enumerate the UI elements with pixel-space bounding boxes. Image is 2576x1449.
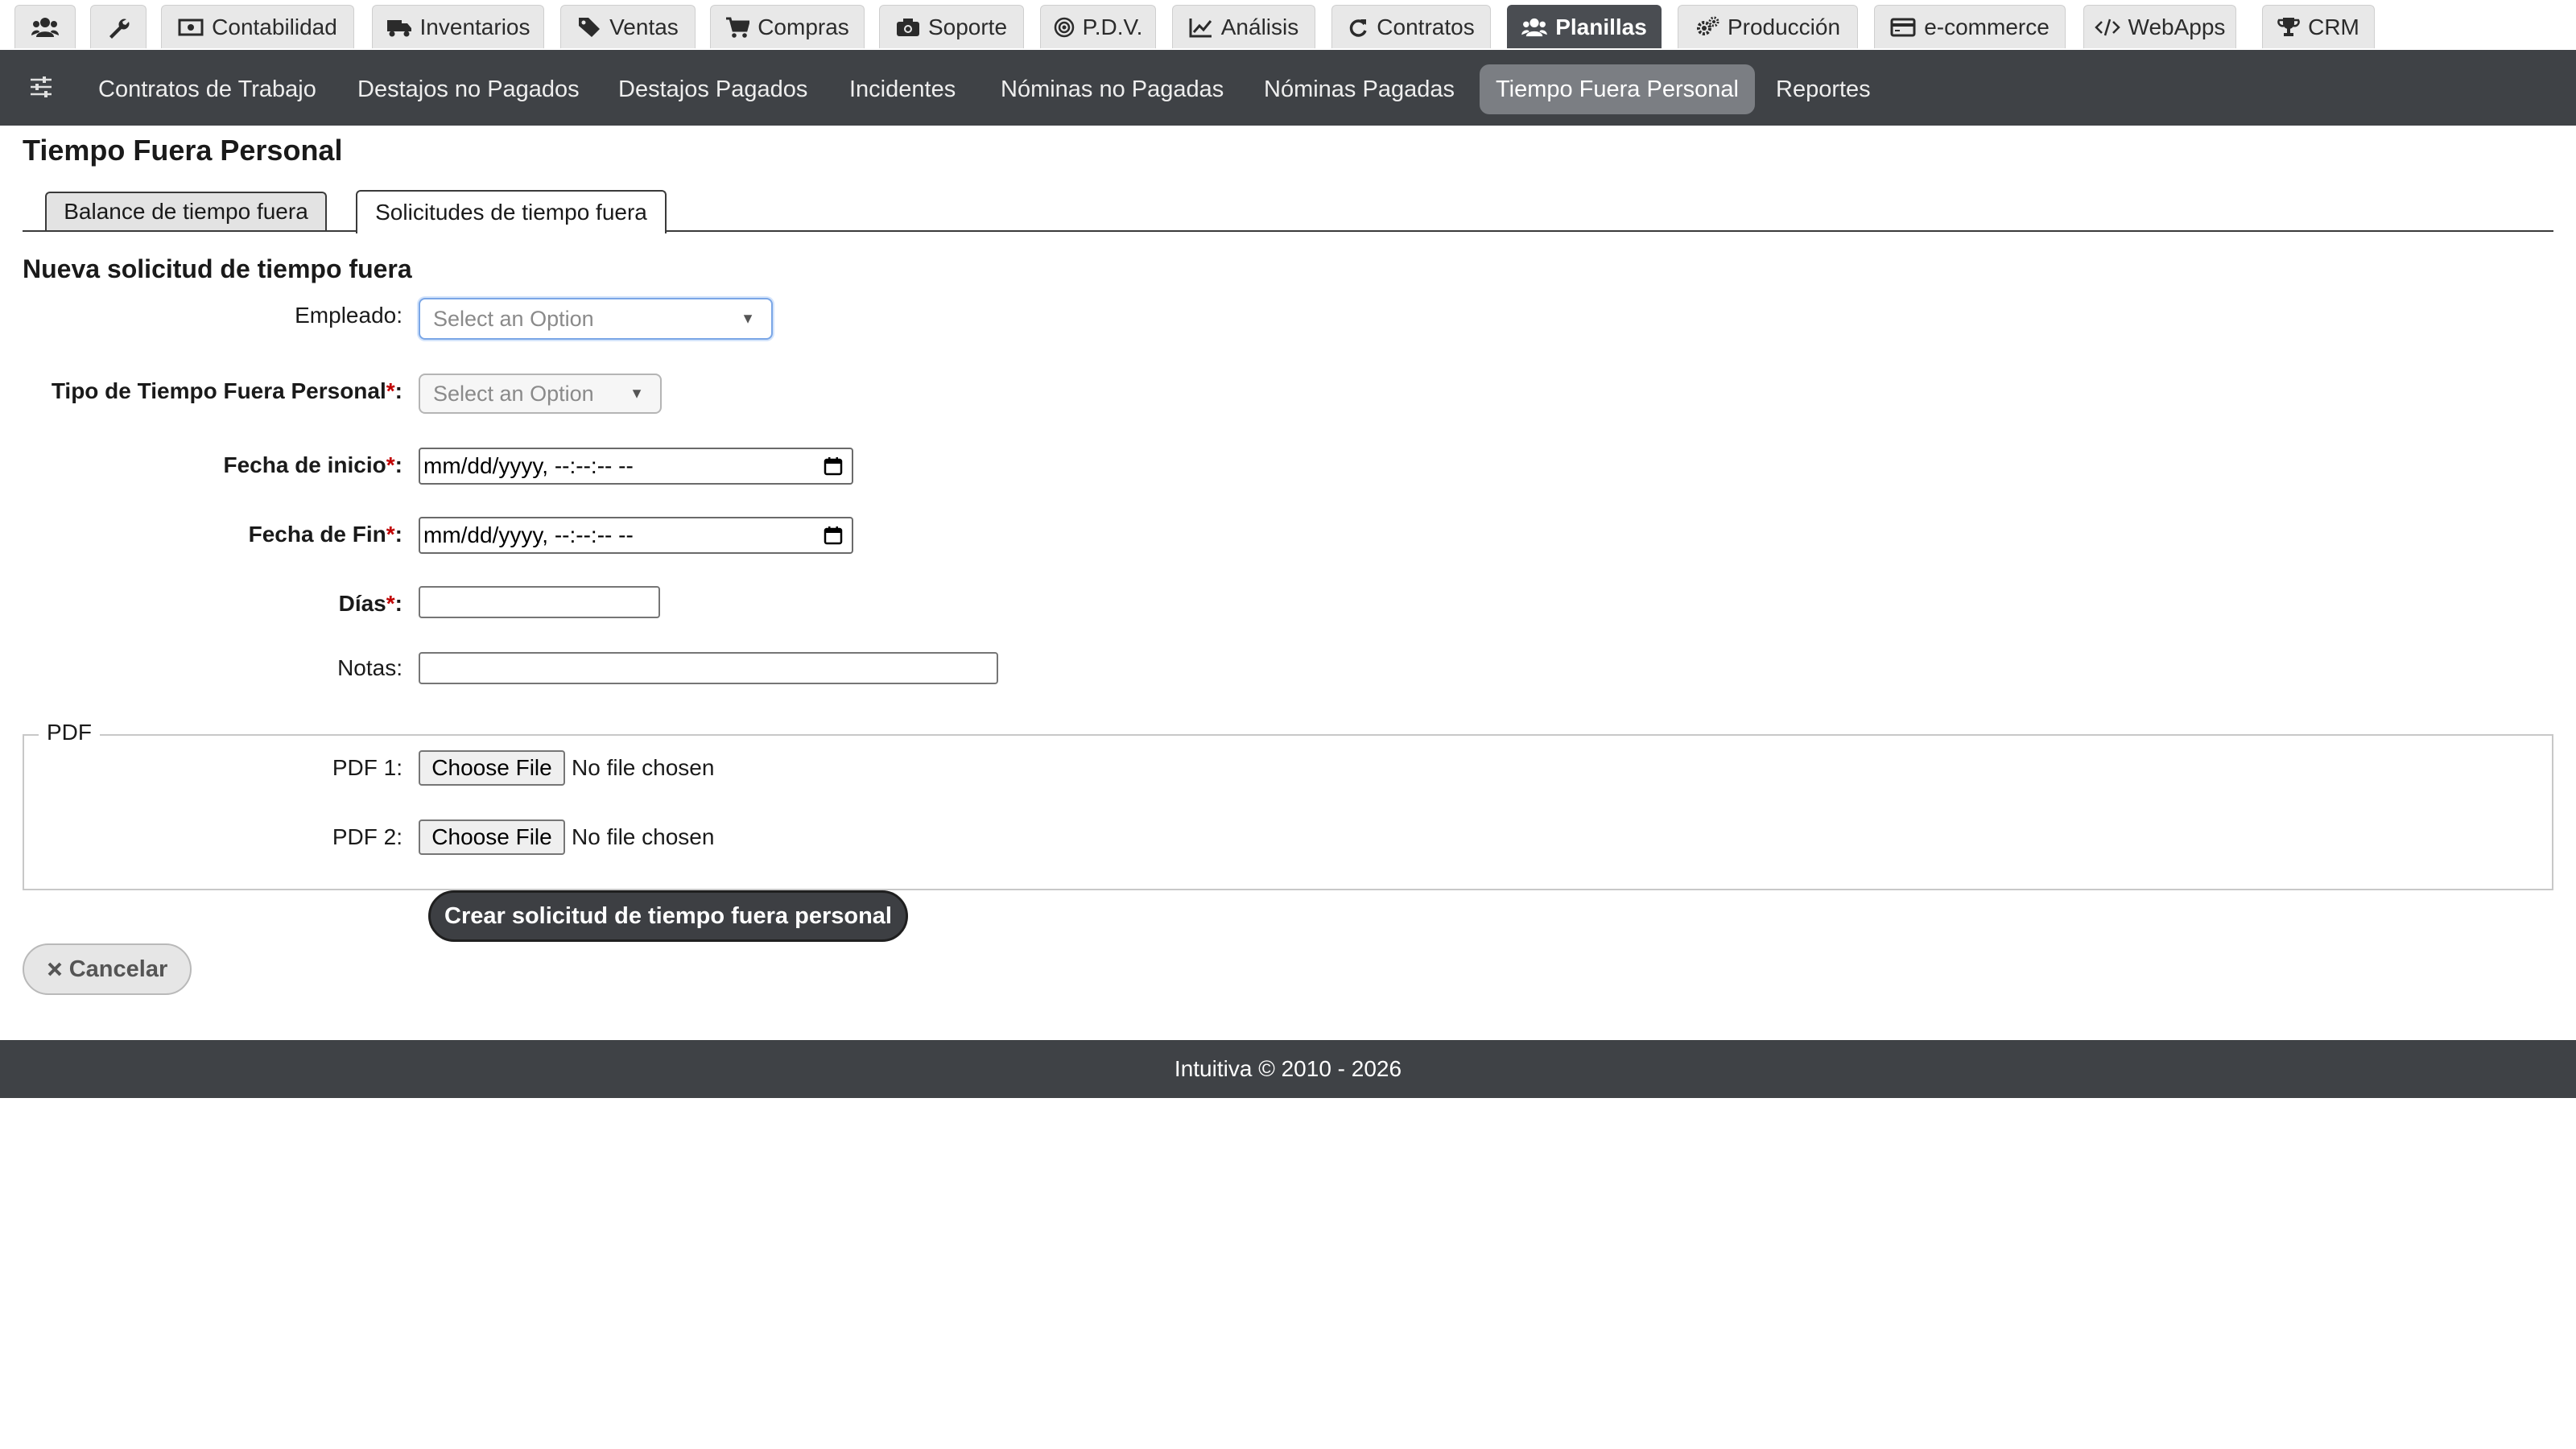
fecha-inicio-label: Fecha de inicio*: xyxy=(223,452,402,477)
top-module-bar: Contabilidad Inventarios Ventas Compras … xyxy=(0,0,2576,53)
tab-label: CRM xyxy=(2308,14,2359,39)
footer-copyright: Intuitiva © 2010 - 2026 xyxy=(1174,1056,1402,1081)
users-icon xyxy=(31,17,59,37)
tipo-tiempo-fuera-select[interactable]: Select an Option ▼ xyxy=(419,374,662,414)
empleado-select[interactable]: Select an Option ▼ xyxy=(419,298,773,340)
button-label: Choose File xyxy=(431,824,552,849)
tab-tools[interactable] xyxy=(90,5,147,48)
sliders-icon[interactable] xyxy=(29,76,53,98)
dias-label: Días*: xyxy=(338,591,402,616)
users-icon xyxy=(1521,18,1547,36)
tab-analisis[interactable]: Análisis xyxy=(1172,5,1315,48)
select-placeholder: Select an Option xyxy=(433,306,594,331)
chevron-down-icon: ▼ xyxy=(741,310,755,327)
tab-pdv[interactable]: P.D.V. xyxy=(1040,5,1156,48)
trophy-icon xyxy=(2277,17,2300,36)
subnav-destajos-no-pagados[interactable]: Destajos no Pagados xyxy=(357,64,580,114)
crear-solicitud-button[interactable]: Crear solicitud de tiempo fuera personal xyxy=(428,890,908,942)
truck-icon xyxy=(386,19,411,36)
line-chart-icon xyxy=(1189,18,1212,37)
select-placeholder: Select an Option xyxy=(433,381,594,406)
gears-icon xyxy=(1696,16,1719,35)
tab-label: Ventas xyxy=(609,14,679,39)
refresh-icon xyxy=(1350,19,1367,37)
tab-label: e-commerce xyxy=(1924,14,2050,39)
notas-label: Notas: xyxy=(337,655,402,680)
tab-label: P.D.V. xyxy=(1082,14,1143,39)
tab-balance-tiempo-fuera[interactable]: Balance de tiempo fuera xyxy=(45,192,327,230)
section-title: Nueva solicitud de tiempo fuera xyxy=(23,254,412,283)
fecha-fin-label: Fecha de Fin*: xyxy=(248,522,402,547)
pdf-1-label: PDF 1: xyxy=(332,755,402,780)
dias-input[interactable] xyxy=(419,586,660,618)
tab-users[interactable] xyxy=(14,5,76,48)
empleado-label: Empleado: xyxy=(295,303,402,328)
tab-webapps[interactable]: WebApps xyxy=(2083,5,2236,48)
tipo-tiempo-fuera-label: Tipo de Tiempo Fuera Personal*: xyxy=(51,378,402,403)
tab-label: Balance de tiempo fuera xyxy=(64,199,308,224)
credit-card-icon xyxy=(1890,18,1916,36)
pdf-2-file-status: No file chosen xyxy=(572,824,715,849)
cancelar-button[interactable]: Cancelar xyxy=(23,943,192,995)
tab-compras[interactable]: Compras xyxy=(710,5,865,48)
pdf-1-file-status: No file chosen xyxy=(572,755,715,780)
code-icon xyxy=(2094,19,2120,35)
datetime-placeholder: mm/dd/yyyy, --:--:-- -- xyxy=(423,453,634,478)
fecha-fin-input[interactable]: mm/dd/yyyy, --:--:-- -- xyxy=(419,517,853,554)
tab-ecommerce[interactable]: e-commerce xyxy=(1874,5,2066,48)
page-title: Tiempo Fuera Personal xyxy=(23,134,343,167)
subnav-nominas-pagadas[interactable]: Nóminas Pagadas xyxy=(1264,64,1455,114)
pdf-2-choose-file-button[interactable]: Choose File xyxy=(419,819,565,855)
tab-label: Contratos xyxy=(1377,14,1475,39)
button-label: Cancelar xyxy=(68,956,168,982)
tab-crm[interactable]: CRM xyxy=(2262,5,2375,48)
subnav-incidentes[interactable]: Incidentes xyxy=(849,64,956,114)
tags-icon xyxy=(579,17,601,37)
tab-label: Compras xyxy=(758,14,849,39)
tab-soporte[interactable]: Soporte xyxy=(879,5,1024,48)
tab-contratos[interactable]: Contratos xyxy=(1331,5,1491,48)
fecha-inicio-input[interactable]: mm/dd/yyyy, --:--:-- -- xyxy=(419,448,853,485)
pdf-legend: PDF xyxy=(39,720,100,745)
tab-label: Soporte xyxy=(927,14,1008,39)
tab-ventas[interactable]: Ventas xyxy=(560,5,696,48)
camera-icon xyxy=(896,18,919,36)
tab-label: Análisis xyxy=(1220,14,1299,39)
subnav-tiempo-fuera-personal[interactable]: Tiempo Fuera Personal xyxy=(1480,64,1755,114)
tab-inventarios[interactable]: Inventarios xyxy=(372,5,544,48)
tab-label: Solicitudes de tiempo fuera xyxy=(375,200,647,225)
tab-produccion[interactable]: Producción xyxy=(1678,5,1858,48)
notas-input[interactable] xyxy=(419,652,998,684)
tab-label: Planillas xyxy=(1555,14,1647,39)
subnav-contratos-de-trabajo[interactable]: Contratos de Trabajo xyxy=(98,64,316,114)
tab-label: Producción xyxy=(1727,14,1841,39)
money-icon xyxy=(178,19,204,35)
subnav-destajos-pagados[interactable]: Destajos Pagados xyxy=(618,64,807,114)
tab-label: Inventarios xyxy=(419,14,530,39)
datetime-placeholder: mm/dd/yyyy, --:--:-- -- xyxy=(423,522,634,547)
pdf-1-choose-file-button[interactable]: Choose File xyxy=(419,750,565,786)
pdf-2-label: PDF 2: xyxy=(332,824,402,849)
tab-contabilidad[interactable]: Contabilidad xyxy=(161,5,354,48)
button-label: Choose File xyxy=(431,755,552,780)
footer: Intuitiva © 2010 - 2026 xyxy=(0,1040,2576,1098)
button-label: Crear solicitud de tiempo fuera personal xyxy=(444,902,892,929)
sub-navigation-bar: Contratos de Trabajo Destajos no Pagados… xyxy=(0,53,2576,126)
calendar-icon[interactable] xyxy=(823,456,844,477)
tab-planillas[interactable]: Planillas xyxy=(1507,5,1662,48)
tab-label: WebApps xyxy=(2128,14,2226,39)
subnav-reportes[interactable]: Reportes xyxy=(1776,64,1871,114)
wrench-icon xyxy=(109,19,130,39)
tab-label: Contabilidad xyxy=(212,14,337,39)
chevron-down-icon: ▼ xyxy=(630,385,644,402)
cart-icon xyxy=(726,17,750,38)
subnav-nominas-no-pagadas[interactable]: Nóminas no Pagadas xyxy=(1001,64,1224,114)
tab-solicitudes-tiempo-fuera[interactable]: Solicitudes de tiempo fuera xyxy=(356,190,667,233)
close-icon xyxy=(47,962,62,976)
calendar-icon[interactable] xyxy=(823,525,844,546)
bullseye-icon xyxy=(1054,17,1074,37)
